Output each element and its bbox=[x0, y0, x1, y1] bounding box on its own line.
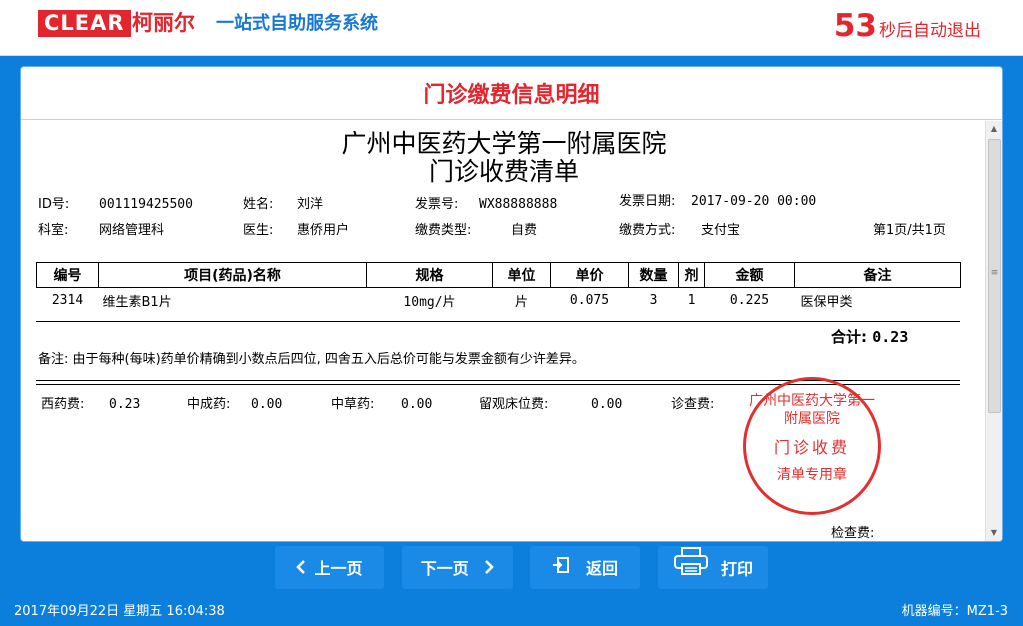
total-value: 0.23 bbox=[872, 328, 909, 346]
western-fee-value: 0.23 bbox=[109, 397, 141, 412]
cell-remark: 医保甲类 bbox=[800, 294, 853, 310]
top-header: CLEAR 柯丽尔 一站式自助服务系统 53 秒后自动退出 bbox=[0, 0, 1023, 56]
total-label: 合计: bbox=[831, 328, 867, 346]
rounding-note: 备注: 由于每种(每味)药单价精确到小数点后四位, 四舍五入后总价可能与发票金额… bbox=[38, 352, 585, 367]
fee-document: 广州中医药大学第一附属医院 门诊收费清单 ID号: 001119425500 姓… bbox=[21, 121, 987, 541]
prev-page-button[interactable]: 上一页 bbox=[275, 546, 384, 589]
col-header: 规格 bbox=[366, 262, 493, 288]
document-scrollbar[interactable]: ▲ ≡ ▼ bbox=[985, 121, 1002, 541]
pay-method-label: 缴费方式: bbox=[619, 223, 676, 238]
scroll-up-arrow-icon[interactable]: ▲ bbox=[986, 121, 1002, 137]
page-info: 第1页/共1页 bbox=[873, 223, 946, 238]
chinese-patent-fee-label: 中成药: bbox=[187, 397, 231, 412]
seal-top-text: 广州中医药大学第一附属医院 bbox=[749, 393, 875, 427]
dept-value: 网络管理科 bbox=[99, 223, 165, 238]
id-label: ID号: bbox=[38, 197, 70, 212]
brand-name: 柯丽尔 bbox=[132, 11, 195, 35]
invoice-date-label: 发票日期: bbox=[619, 194, 676, 209]
total-amount: 合计: 0.23 bbox=[831, 326, 908, 348]
seal-bottom-text: 清单专用章 bbox=[777, 467, 847, 483]
invoice-no-value: WX88888888 bbox=[479, 197, 558, 212]
next-page-button[interactable]: 下一页 bbox=[402, 546, 513, 589]
machine-number: 机器编号：MZ1-3 bbox=[901, 604, 1008, 619]
western-fee-label: 西药费: bbox=[41, 397, 85, 412]
clear-logo: CLEAR bbox=[38, 10, 131, 37]
seal-middle-text: 门诊收费 bbox=[773, 438, 850, 457]
detail-panel: 门诊缴费信息明细 广州中医药大学第一附属医院 门诊收费清单 ID号: 00111… bbox=[20, 66, 1003, 542]
panel-title: 门诊缴费信息明细 bbox=[423, 83, 600, 108]
col-header: 数量 bbox=[628, 262, 679, 288]
print-button[interactable]: 打印 bbox=[658, 546, 768, 589]
dept-label: 科室: bbox=[38, 223, 69, 238]
col-header: 编号 bbox=[36, 262, 99, 288]
observation-fee-value: 0.00 bbox=[591, 397, 623, 412]
diagnosis-fee-label: 诊查费: bbox=[671, 397, 715, 412]
grip-icon: ≡ bbox=[990, 268, 999, 278]
invoice-date-value: 2017-09-20 00:00 bbox=[691, 194, 817, 209]
cell-unit: 片 bbox=[514, 294, 528, 310]
cell-spec: 10mg/片 bbox=[403, 294, 456, 310]
observation-fee-label: 留观床位费: bbox=[479, 397, 549, 412]
next-page-label: 下一页 bbox=[420, 559, 469, 578]
invoice-no-label: 发票号: bbox=[415, 197, 459, 212]
printer-icon bbox=[673, 546, 709, 592]
official-seal: 广州中医药大学第一附属医院 门诊收费 清单专用章 bbox=[743, 377, 881, 515]
herbal-fee-value: 0.00 bbox=[401, 397, 433, 412]
cell-name: 维生素B1片 bbox=[102, 294, 172, 310]
auto-exit-countdown: 53 秒后自动退出 bbox=[834, 6, 981, 51]
id-value: 001119425500 bbox=[99, 197, 193, 212]
cell-dose: 1 bbox=[687, 292, 696, 308]
doctor-value: 惠侨用户 bbox=[297, 223, 350, 238]
chinese-patent-fee-value: 0.00 bbox=[251, 397, 283, 412]
exam-fee-label: 检查费: bbox=[831, 526, 875, 541]
pay-type-value: 自费 bbox=[511, 223, 538, 238]
table-row: 2314 维生素B1片 10mg/片 片 0.075 3 1 0.225 医保甲… bbox=[37, 288, 961, 313]
countdown-seconds: 53 bbox=[833, 8, 877, 44]
table-header-row: 编号 项目(药品)名称 规格 单位 单价 数量 剂 金额 备注 bbox=[36, 262, 961, 288]
current-datetime: 2017年09月22日 星期五 16:04:38 bbox=[14, 604, 225, 619]
col-header: 剂 bbox=[678, 262, 705, 288]
cell-price: 0.075 bbox=[569, 292, 610, 308]
col-header: 备注 bbox=[794, 262, 961, 288]
chevron-left-icon bbox=[296, 547, 306, 590]
name-value: 刘洋 bbox=[297, 197, 324, 212]
chevron-right-icon bbox=[484, 547, 495, 590]
col-header: 单位 bbox=[492, 262, 551, 288]
back-label: 返回 bbox=[585, 559, 618, 578]
name-label: 姓名: bbox=[243, 197, 274, 212]
back-button[interactable]: 返回 bbox=[530, 546, 640, 589]
pay-method-value: 支付宝 bbox=[701, 223, 741, 238]
herbal-fee-label: 中草药: bbox=[331, 397, 375, 412]
pay-type-label: 缴费类型: bbox=[415, 223, 472, 238]
system-title: 一站式自助服务系统 bbox=[216, 13, 378, 34]
col-header: 项目(药品)名称 bbox=[98, 262, 367, 288]
cell-amount: 0.225 bbox=[729, 292, 770, 308]
panel-divider bbox=[21, 119, 1002, 120]
items-table: 编号 项目(药品)名称 规格 单位 单价 数量 剂 金额 备注 2314 维生素… bbox=[36, 262, 961, 312]
print-label: 打印 bbox=[720, 559, 753, 579]
hospital-name: 广州中医药大学第一附属医院 bbox=[341, 129, 667, 158]
col-header: 金额 bbox=[704, 262, 795, 288]
scroll-down-arrow-icon[interactable]: ▼ bbox=[986, 525, 1002, 541]
cell-code: 2314 bbox=[51, 292, 84, 308]
action-bar: 上一页 下一页 返回 打印 bbox=[0, 543, 1023, 598]
document-subtitle: 门诊收费清单 bbox=[428, 157, 579, 186]
table-bottom-rule bbox=[36, 321, 960, 322]
cell-qty: 3 bbox=[649, 292, 658, 308]
col-header: 单价 bbox=[550, 262, 629, 288]
doctor-label: 医生: bbox=[243, 223, 274, 238]
status-footer: 2017年09月22日 星期五 16:04:38 机器编号：MZ1-3 bbox=[0, 598, 1023, 626]
countdown-text: 秒后自动退出 bbox=[879, 21, 981, 41]
scroll-thumb[interactable]: ≡ bbox=[988, 139, 1001, 413]
exit-door-icon bbox=[552, 547, 570, 590]
prev-page-label: 上一页 bbox=[314, 559, 363, 578]
